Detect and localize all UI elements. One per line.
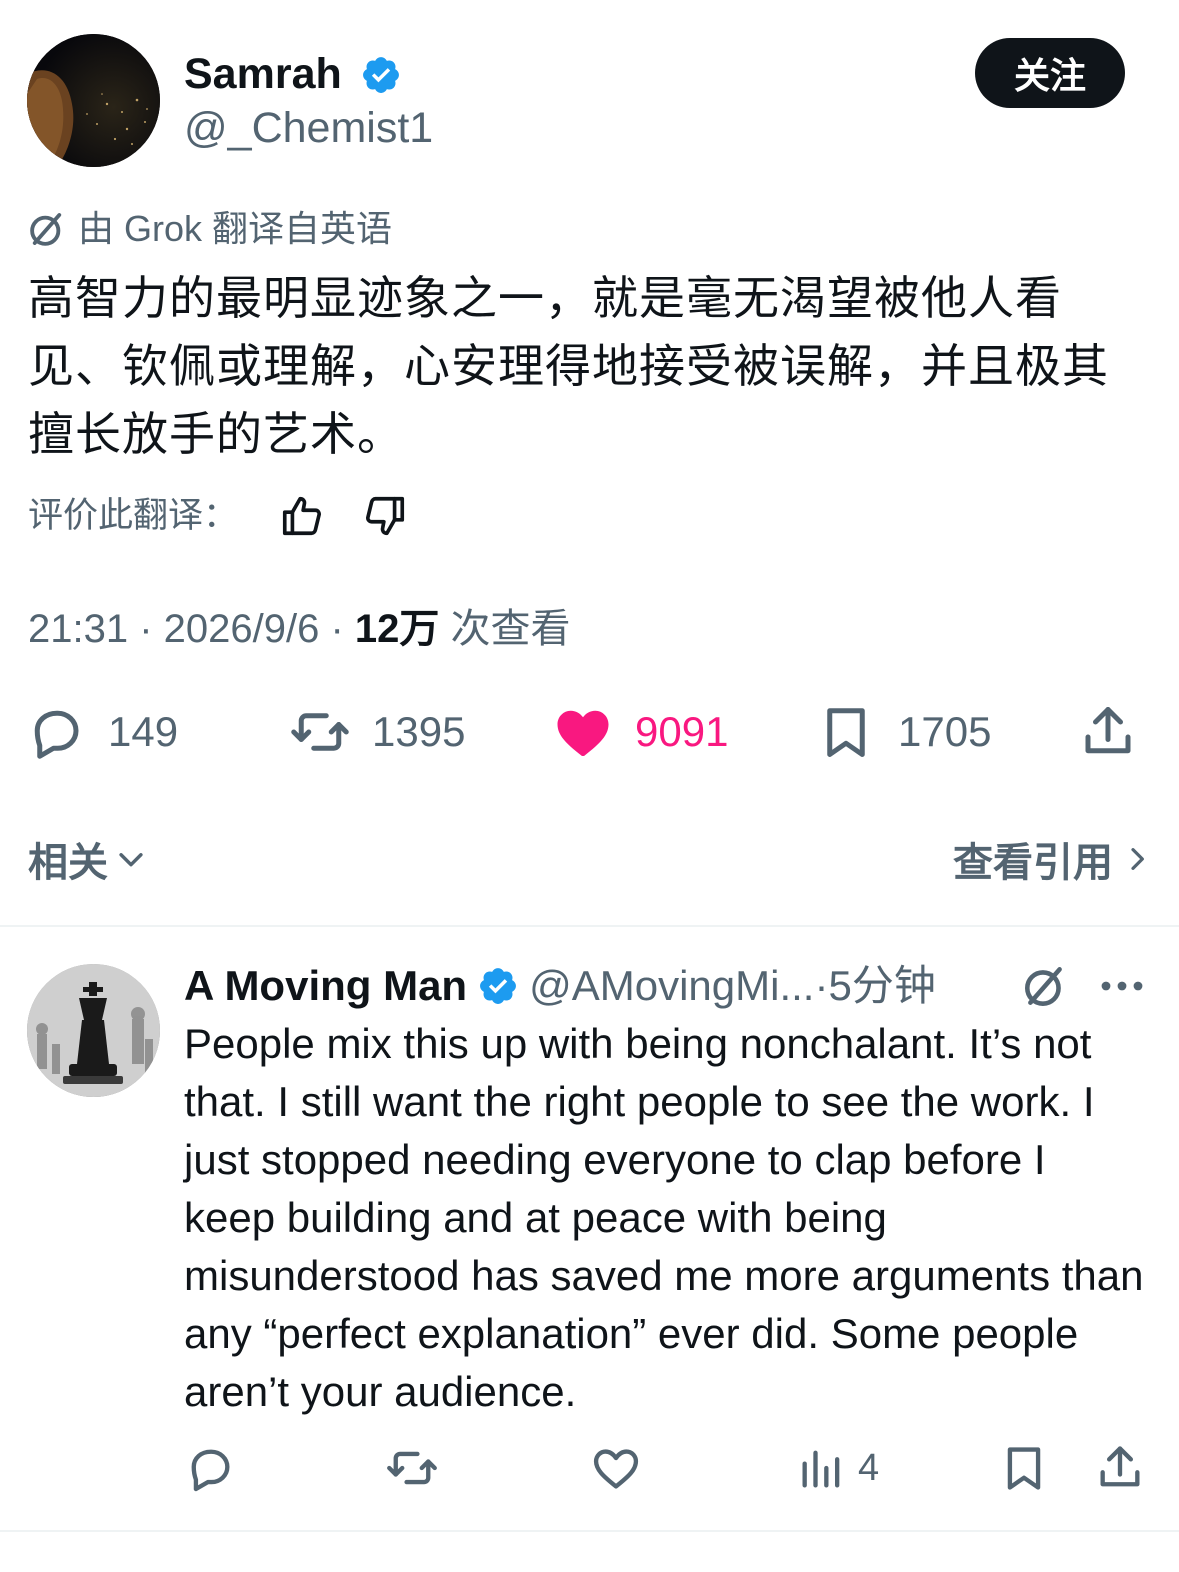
share-icon	[1085, 707, 1131, 754]
reply-header: A Moving Man @AMovingMi... · 5分钟	[184, 958, 936, 1014]
reply-display-name[interactable]: A Moving Man	[184, 958, 467, 1014]
follow-button[interactable]: 关注	[975, 38, 1125, 108]
reply-action[interactable]: 149	[26, 700, 178, 764]
reply-time[interactable]: 5分钟	[828, 958, 935, 1014]
chevron-down-icon	[119, 853, 143, 867]
view-count: 12万	[354, 607, 440, 651]
repost-count: 1395	[372, 708, 466, 755]
reply-view-count: 4	[858, 1446, 880, 1489]
view-quotes-link[interactable]: 查看引用	[953, 830, 1153, 888]
rate-translation-label: 评价此翻译：	[28, 496, 239, 536]
tweet-meta: 21:31 · 2026/9/6 · 12万 次查看	[28, 607, 571, 651]
reply-analytics-action[interactable]: 4	[796, 1440, 879, 1496]
divider	[0, 925, 1179, 927]
thumbs-up-icon[interactable]	[279, 493, 325, 539]
like-count: 9091	[635, 708, 729, 755]
grok-icon[interactable]	[1020, 961, 1070, 1011]
thumbs-down-icon[interactable]	[362, 493, 408, 539]
reply-separator: ·	[814, 962, 829, 1009]
reply-repost-action[interactable]	[386, 1440, 438, 1496]
repost-icon	[291, 713, 349, 751]
reply-like-action[interactable]	[590, 1440, 642, 1496]
like-action[interactable]: 9091	[553, 700, 728, 764]
grok-icon	[30, 213, 62, 246]
bookmark-icon	[1007, 1447, 1041, 1490]
bookmark-icon	[827, 708, 865, 757]
reply-avatar[interactable]	[27, 964, 160, 1097]
reply-handle[interactable]: @AMovingMi...	[529, 958, 814, 1014]
tweet-text: 高智力的最明显迹象之一，就是毫无渴望被他人看见、钦佩或理解，心安理得地接受被误解…	[28, 271, 1109, 461]
tweet-time[interactable]: 21:31	[28, 607, 128, 651]
analytics-icon	[802, 1450, 840, 1488]
divider	[0, 1530, 1179, 1532]
related-toggle[interactable]: 相关	[28, 830, 148, 888]
author-handle[interactable]: @_Chemist1	[184, 100, 433, 156]
reply-share-action[interactable]	[1094, 1440, 1146, 1496]
share-icon	[1100, 1446, 1140, 1487]
share-action[interactable]	[1078, 700, 1160, 764]
reply-bookmark-action[interactable]	[998, 1440, 1050, 1496]
more-icon[interactable]	[1098, 966, 1146, 1006]
bookmark-count: 1705	[898, 708, 992, 755]
translation-note: 由 Grok 翻译自英语	[26, 206, 392, 252]
chevron-right-icon	[1131, 848, 1144, 870]
verified-badge-icon	[363, 57, 399, 93]
heart-icon	[593, 1449, 639, 1489]
translation-note-text: 由 Grok 翻译自英语	[78, 208, 393, 249]
reply-count: 149	[108, 708, 179, 755]
reply-icon	[191, 1449, 230, 1492]
repost-action[interactable]: 1395	[290, 700, 465, 764]
tweet-date[interactable]: 2026/9/6	[164, 607, 320, 651]
related-label: 相关	[28, 840, 108, 886]
bookmark-action[interactable]: 1705	[816, 700, 991, 764]
repost-icon	[387, 1451, 437, 1485]
reply-text: People mix this up with being nonchalant…	[184, 1020, 1144, 1415]
reply-reply-action[interactable]	[184, 1440, 236, 1496]
heart-icon	[557, 710, 609, 756]
view-label: 次查看	[450, 607, 571, 651]
reply-icon	[34, 710, 79, 759]
view-quotes-label: 查看引用	[953, 840, 1113, 886]
verified-badge-icon	[480, 968, 517, 1004]
author-display-name[interactable]: Samrah	[184, 46, 342, 102]
author-avatar[interactable]	[27, 34, 160, 167]
